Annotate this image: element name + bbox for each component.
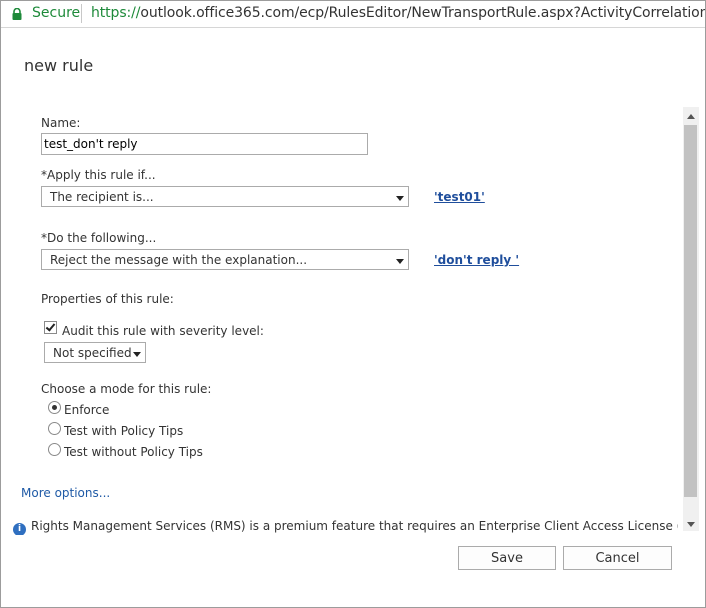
action-select[interactable]: Reject the message with the explanation.… bbox=[41, 249, 409, 270]
browser-window: Secure https://outlook.office365.com/ecp… bbox=[0, 0, 706, 608]
mode-label: Choose a mode for this rule: bbox=[41, 382, 212, 396]
audit-checkbox[interactable] bbox=[44, 321, 57, 334]
address-bar[interactable]: Secure https://outlook.office365.com/ecp… bbox=[1, 1, 705, 28]
url-scheme: https:// bbox=[91, 5, 141, 21]
scroll-up-icon[interactable] bbox=[687, 114, 695, 119]
lock-icon bbox=[12, 8, 22, 20]
do-following-label: *Do the following... bbox=[41, 231, 157, 245]
mode-test-with-tips-label: Test with Policy Tips bbox=[64, 424, 184, 438]
mode-enforce-radio[interactable] bbox=[48, 401, 61, 414]
mode-enforce-label: Enforce bbox=[64, 403, 110, 417]
mode-test-without-tips-radio[interactable] bbox=[48, 443, 61, 456]
info-icon: i bbox=[13, 523, 26, 535]
chevron-down-icon bbox=[396, 196, 404, 201]
properties-label: Properties of this rule: bbox=[41, 292, 174, 306]
secure-label: Secure bbox=[32, 5, 81, 21]
content-scrollbar[interactable] bbox=[683, 107, 699, 531]
url-text[interactable]: https://outlook.office365.com/ecp/RulesE… bbox=[91, 5, 705, 21]
scroll-down-icon[interactable] bbox=[687, 522, 695, 527]
save-button[interactable]: Save bbox=[458, 546, 556, 570]
severity-select-value: Not specified bbox=[53, 346, 132, 360]
address-separator bbox=[81, 4, 82, 23]
name-input[interactable] bbox=[41, 133, 368, 155]
rule-form: Name: *Apply this rule if... The recipie… bbox=[1, 95, 681, 535]
severity-select[interactable]: Not specified bbox=[44, 342, 146, 363]
audit-label: Audit this rule with severity level: bbox=[62, 324, 264, 338]
chevron-down-icon bbox=[396, 259, 404, 264]
apply-rule-label: *Apply this rule if... bbox=[41, 168, 156, 182]
condition-select-value: The recipient is... bbox=[50, 190, 154, 204]
dialog-title: new rule bbox=[24, 56, 94, 75]
chevron-down-icon bbox=[133, 352, 141, 357]
rms-notice-text: Rights Management Services (RMS) is a pr… bbox=[31, 519, 678, 533]
cancel-button[interactable]: Cancel bbox=[563, 546, 672, 570]
mode-test-with-tips-radio[interactable] bbox=[48, 422, 61, 435]
rms-notice: i Rights Management Services (RMS) is a p… bbox=[13, 519, 678, 535]
condition-value-link[interactable]: 'test01' bbox=[434, 190, 485, 204]
url-path: outlook.office365.com/ecp/RulesEditor/Ne… bbox=[140, 5, 705, 21]
more-options-link[interactable]: More options... bbox=[21, 486, 110, 500]
condition-select[interactable]: The recipient is... bbox=[41, 186, 409, 207]
scroll-thumb[interactable] bbox=[684, 125, 697, 497]
name-label: Name: bbox=[41, 116, 81, 130]
action-value-link[interactable]: 'don't reply ' bbox=[434, 253, 519, 267]
mode-test-without-tips-label: Test without Policy Tips bbox=[64, 445, 203, 459]
action-select-value: Reject the message with the explanation.… bbox=[50, 253, 308, 267]
